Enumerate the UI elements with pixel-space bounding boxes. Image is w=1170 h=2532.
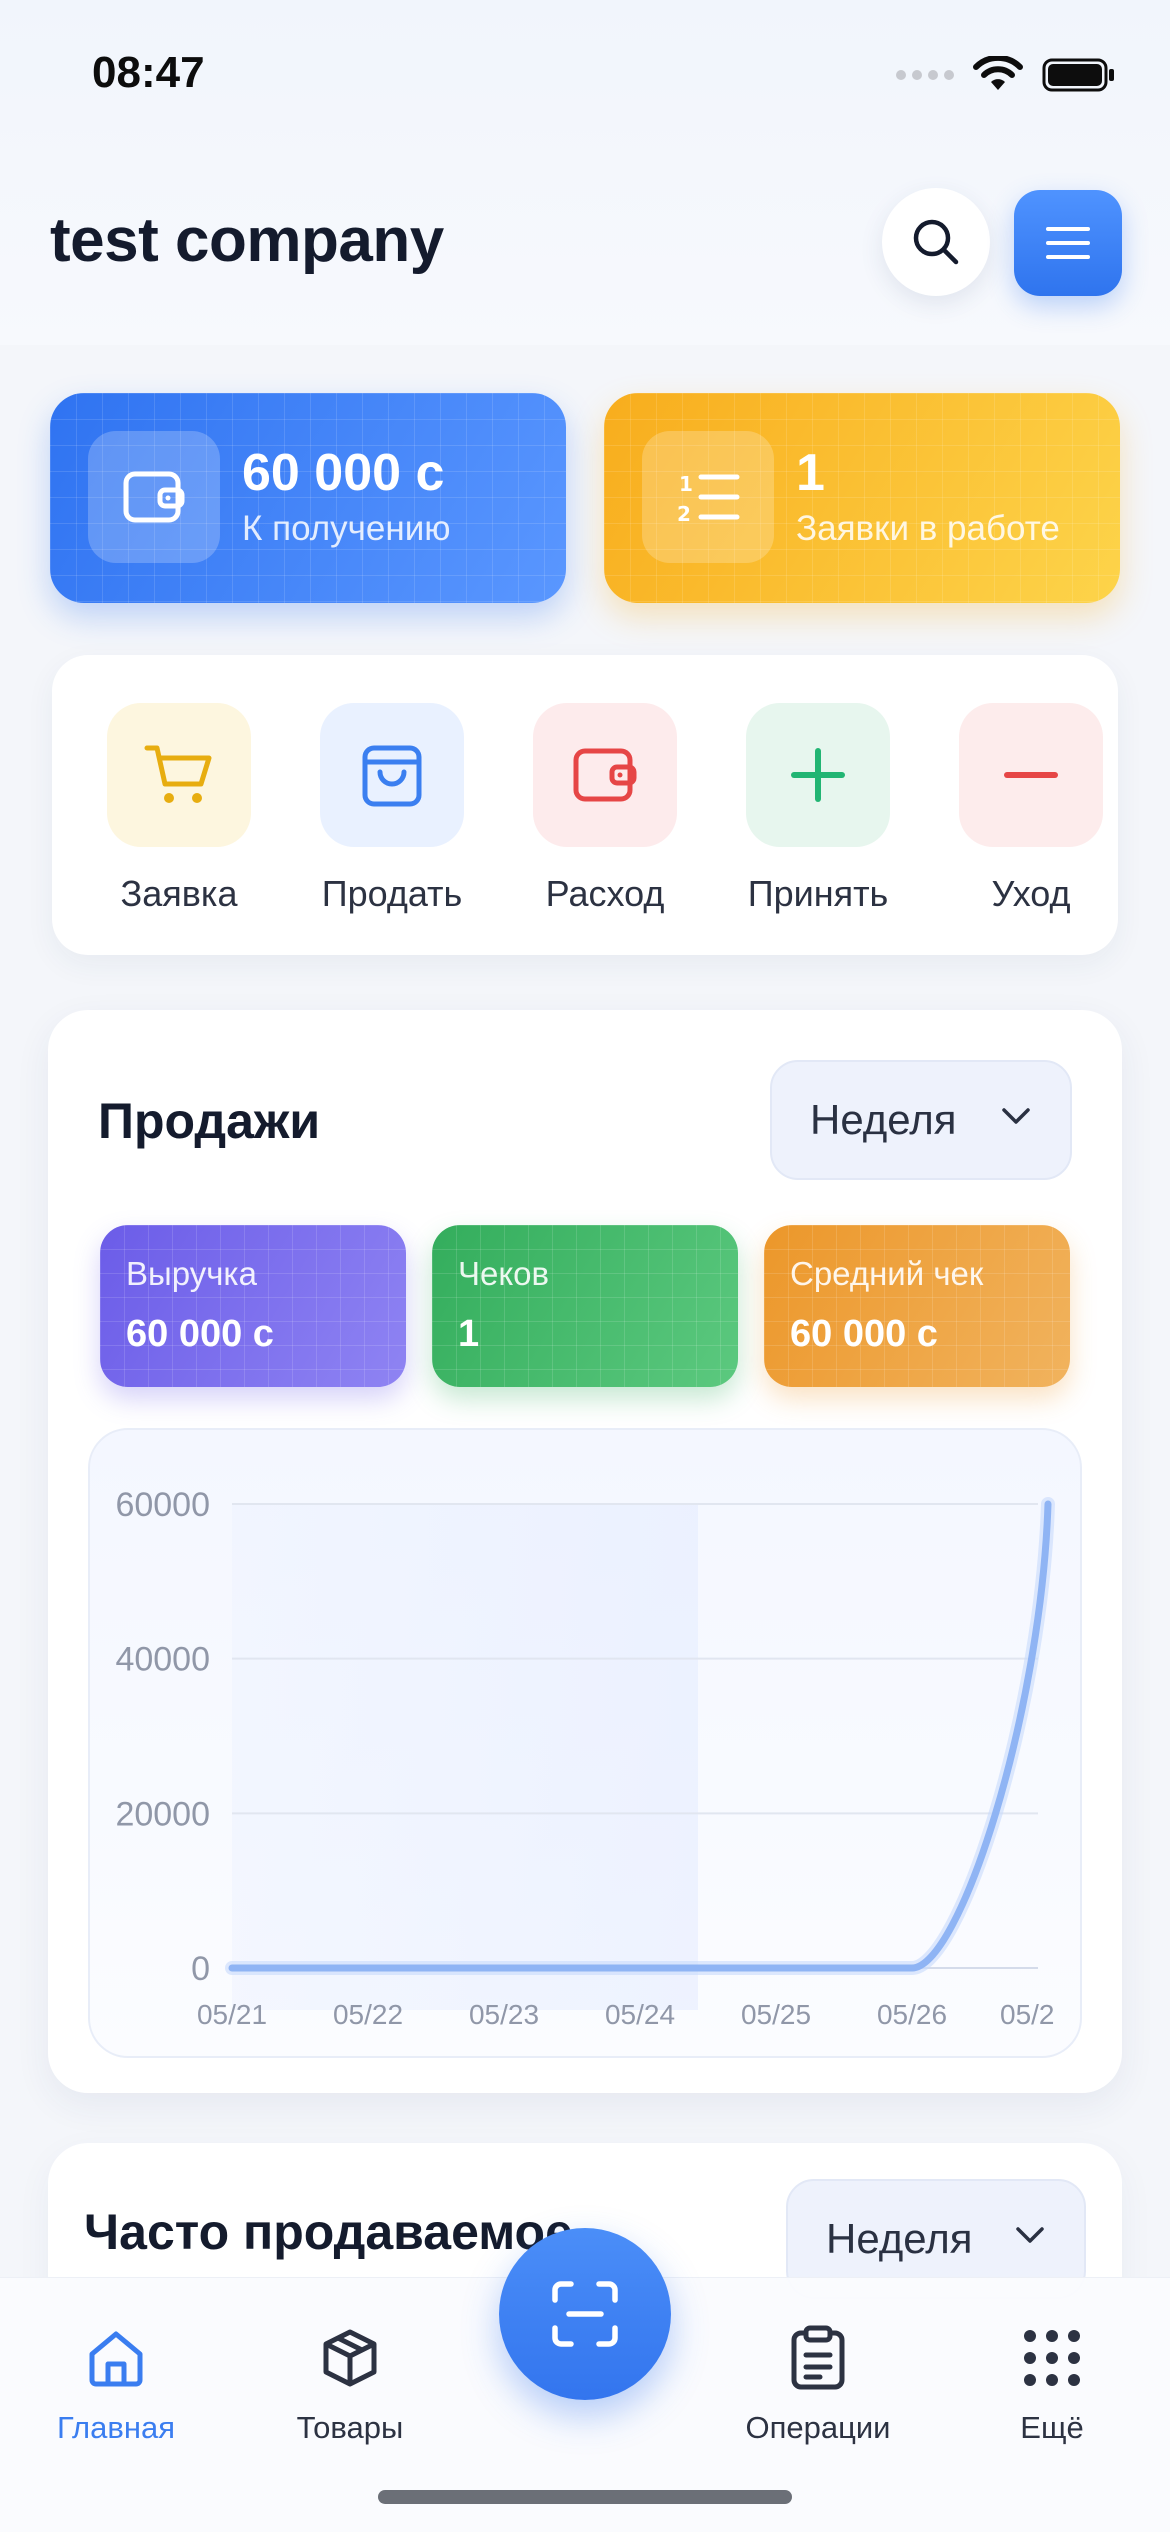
x-tick-label: 05/25 bbox=[741, 1999, 811, 2030]
search-button[interactable] bbox=[882, 188, 990, 296]
receipts-label: Чеков bbox=[458, 1255, 550, 1292]
receivable-label: К получению bbox=[242, 509, 451, 548]
hamburger-icon bbox=[1046, 227, 1090, 259]
status-time: 08:47 bbox=[92, 48, 205, 97]
quick-action-leave[interactable]: Уход bbox=[941, 703, 1118, 915]
receipts-card[interactable]: Чеков 1 bbox=[432, 1225, 738, 1387]
receivable-card[interactable]: 60 000 с К получению bbox=[50, 393, 566, 603]
wallet-icon bbox=[533, 703, 677, 847]
tab-label: Товары bbox=[296, 2410, 404, 2445]
x-tick-label: 05/26 bbox=[877, 1999, 947, 2030]
y-tick-label: 60000 bbox=[115, 1486, 210, 1524]
home-indicator bbox=[378, 2490, 792, 2504]
average-check-card[interactable]: Средний чек 60 000 с bbox=[764, 1225, 1070, 1387]
sales-line-chart: 0 20000 40000 60000 05/21 05/22 05/23 05/24 05/… bbox=[115, 1486, 1055, 2030]
revenue-label: Выручка bbox=[126, 1255, 257, 1292]
svg-text:1: 1 bbox=[679, 472, 693, 496]
scan-button[interactable] bbox=[499, 2228, 671, 2400]
grid-dots-icon bbox=[942, 2320, 1162, 2396]
x-tick-label: 05/23 bbox=[469, 1999, 539, 2030]
minus-icon bbox=[959, 703, 1103, 847]
revenue-value: 60 000 с bbox=[126, 1313, 274, 1355]
quick-action-label: Расход bbox=[545, 873, 665, 914]
tab-more[interactable]: Ещё bbox=[942, 2298, 1162, 2446]
sales-period-select[interactable]: Неделя bbox=[770, 1060, 1072, 1180]
quick-action-label: Заявка bbox=[120, 873, 238, 914]
tab-label: Ещё bbox=[1020, 2410, 1084, 2445]
quick-action-sell[interactable]: Продать bbox=[302, 703, 482, 915]
quick-action-expense[interactable]: Расход bbox=[515, 703, 695, 915]
quick-action-label: Принять bbox=[747, 873, 889, 914]
wallet-icon bbox=[88, 431, 220, 563]
y-tick-label: 20000 bbox=[115, 1795, 210, 1833]
box-icon bbox=[240, 2320, 460, 2396]
revenue-card[interactable]: Выручка 60 000 с bbox=[100, 1225, 406, 1387]
period-value: Неделя bbox=[826, 2215, 973, 2262]
orders-in-progress-card[interactable]: 1 2 1 Заявки в работе bbox=[604, 393, 1120, 603]
chevron-down-icon bbox=[1002, 1108, 1030, 1124]
receivable-value: 60 000 с bbox=[242, 444, 445, 502]
quick-action-order[interactable]: Заявка bbox=[89, 703, 269, 915]
tab-products[interactable]: Товары bbox=[240, 2298, 460, 2446]
cellular-signal-icon bbox=[896, 70, 954, 80]
sales-chart: 0 20000 40000 60000 05/21 05/22 05/23 05/24 05/… bbox=[88, 1428, 1082, 2058]
y-tick-label: 0 bbox=[191, 1950, 210, 1988]
wifi-icon bbox=[973, 56, 1023, 90]
battery-icon bbox=[1042, 58, 1114, 92]
tab-label: Операции bbox=[745, 2410, 891, 2445]
tab-home[interactable]: Главная bbox=[6, 2298, 226, 2446]
orders-count: 1 bbox=[796, 444, 825, 502]
x-tick-label: 05/21 bbox=[197, 1999, 267, 2030]
chevron-down-icon bbox=[1016, 2227, 1044, 2243]
frequent-title: Часто продаваемое bbox=[84, 2204, 573, 2260]
plus-icon bbox=[746, 703, 890, 847]
scan-icon bbox=[552, 2281, 618, 2347]
sales-title: Продажи bbox=[98, 1093, 321, 1149]
quick-actions: Заявка Продать Расход Принять Уход bbox=[52, 655, 1118, 955]
company-title: test company bbox=[50, 206, 444, 275]
home-icon bbox=[6, 2320, 226, 2396]
y-tick-label: 40000 bbox=[115, 1641, 210, 1679]
average-check-label: Средний чек bbox=[790, 1255, 984, 1292]
quick-action-label: Продать bbox=[321, 873, 463, 914]
quick-action-label: Уход bbox=[991, 873, 1071, 914]
search-icon bbox=[913, 219, 959, 265]
clipboard-icon bbox=[708, 2320, 928, 2396]
x-tick-label: 05/24 bbox=[605, 1999, 675, 2030]
tab-label: Главная bbox=[57, 2410, 175, 2445]
period-value: Неделя bbox=[810, 1096, 957, 1143]
tab-operations[interactable]: Операции bbox=[708, 2298, 928, 2446]
sales-card: Продажи Неделя Выручка 60 000 с Чеков 1 … bbox=[48, 1010, 1122, 2093]
numbered-list-icon: 1 2 bbox=[642, 431, 774, 563]
quick-action-receive[interactable]: Принять bbox=[728, 703, 908, 915]
receipts-value: 1 bbox=[458, 1313, 480, 1355]
orders-label: Заявки в работе bbox=[796, 509, 1060, 548]
x-tick-label: 05/22 bbox=[333, 1999, 403, 2030]
svg-text:2: 2 bbox=[677, 502, 691, 526]
cart-icon bbox=[107, 703, 251, 847]
status-icons bbox=[896, 56, 1116, 94]
shopping-bag-icon bbox=[320, 703, 464, 847]
menu-button[interactable] bbox=[1014, 190, 1122, 296]
average-check-value: 60 000 с bbox=[790, 1313, 938, 1355]
x-tick-label: 05/2 bbox=[1000, 1999, 1055, 2030]
